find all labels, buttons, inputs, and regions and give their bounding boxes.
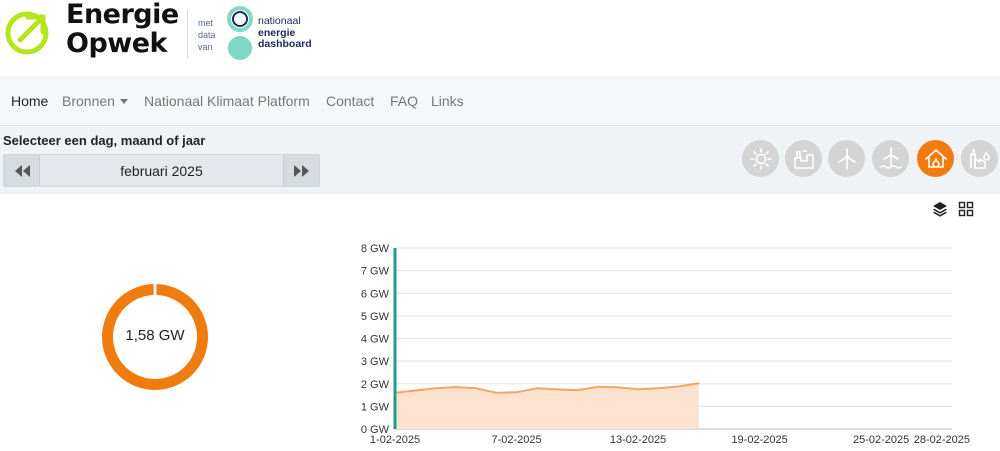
data-source-label: met data van [198,18,216,52]
data-point [698,382,700,385]
fast-forward-icon [293,164,309,177]
x-tick-label: 19-02-2025 [731,434,787,446]
data-point [576,389,579,391]
layers-icon[interactable] [932,201,948,217]
brand-name[interactable]: Energie Opwek [66,0,179,58]
data-point [637,388,639,390]
nav-faq[interactable]: FAQ [390,93,418,109]
y-tick-label: 2 GW [361,379,390,391]
source-wind-offshore-button[interactable] [872,140,909,177]
data-point [434,387,437,390]
house-heat-icon [924,148,947,168]
nav-contact[interactable]: Contact [326,93,374,109]
generation-chart[interactable]: 0 GW1 GW2 GW3 GW4 GW5 GW6 GW7 GW8 GW 1-0… [330,236,990,448]
grid-view-icon[interactable] [958,201,974,217]
y-tick-label: 1 GW [361,401,390,413]
y-tick-label: 8 GW [361,243,390,255]
period-value[interactable]: februari 2025 [40,163,283,179]
nav-bronnen-label: Bronnen [62,93,115,109]
y-tick-label: 4 GW [361,334,390,346]
data-point [556,388,558,391]
data-point [617,386,619,389]
data-point [677,385,680,388]
source-industry-button[interactable] [785,140,822,177]
data-point [475,387,477,390]
power-plant-icon [969,148,990,169]
nav-bronnen-dropdown[interactable]: Bronnen [62,93,128,109]
site-header: Energie Opwek met data van nationaal ene… [0,0,1000,76]
x-axis: 1-02-2025 7-02-2025 13-02-2025 19-02-2025 25… [370,434,970,446]
next-period-button[interactable] [283,155,319,186]
previous-period-button[interactable] [4,155,40,186]
time-cursor[interactable] [393,248,397,429]
partner-logo-icon[interactable] [226,6,254,62]
period-selector-bar: Selecteer een dag, maand of jaar februar… [0,127,1000,194]
total-power-value: 1,58 GW [125,327,185,344]
x-tick-label: 25-02-2025 [853,434,909,446]
y-axis: 0 GW1 GW2 GW3 GW4 GW5 GW6 GW7 GW8 GW [361,243,390,436]
selector-label: Selecteer een dag, maand of jaar [3,133,206,148]
data-point [414,389,417,392]
y-tick-label: 3 GW [361,356,390,368]
data-point [495,392,498,394]
source-wind-onshore-button[interactable] [828,140,865,177]
y-tick-label: 6 GW [361,288,390,300]
main-nav: Home Bronnen Nationaal Klimaat Platform … [0,76,1000,126]
series-area [395,383,699,429]
sun-icon [749,147,772,170]
x-tick-label: 1-02-2025 [370,434,420,446]
y-tick-label: 7 GW [361,266,390,278]
partner-name[interactable]: nationaal energie dashboard [258,15,312,51]
caret-down-icon [119,98,128,104]
data-point [596,386,599,388]
offshore-wind-icon [879,146,902,169]
x-tick-label: 13-02-2025 [610,434,666,446]
x-tick-label: 28-02-2025 [914,434,970,446]
x-tick-label: 7-02-2025 [491,434,541,446]
data-point [657,387,660,390]
source-power-plant-button[interactable] [961,140,998,177]
data-point [535,387,538,390]
header-divider [187,10,188,58]
period-pager: februari 2025 [3,154,320,187]
logo-arrow-icon[interactable] [4,8,52,56]
wind-turbine-icon [837,147,856,170]
rewind-icon [14,164,30,177]
data-point [454,386,457,388]
nav-links[interactable]: Links [431,93,464,109]
data-point [515,391,518,394]
y-tick-label: 5 GW [361,311,390,323]
source-heat-button[interactable] [917,140,954,177]
factory-icon [793,149,814,169]
nav-klimaat-platform[interactable]: Nationaal Klimaat Platform [144,93,310,109]
nav-home[interactable]: Home [11,93,48,109]
source-solar-button[interactable] [742,140,779,177]
